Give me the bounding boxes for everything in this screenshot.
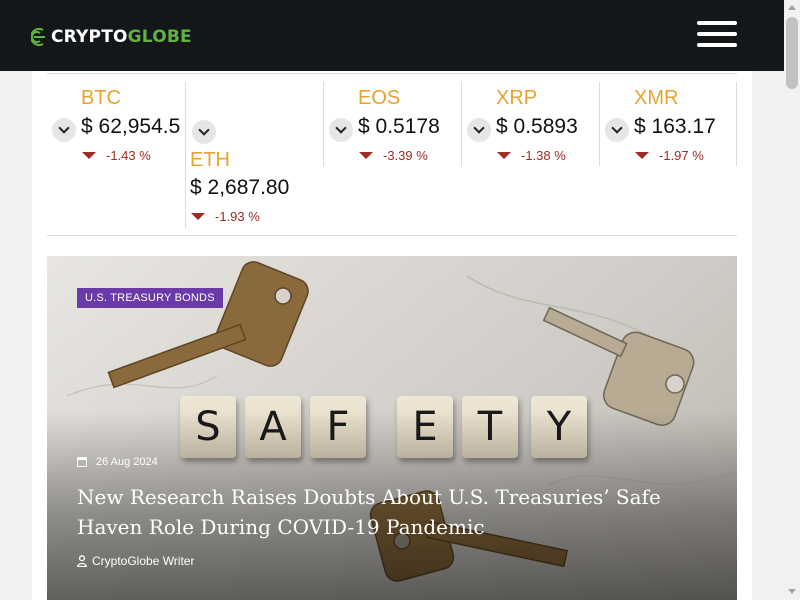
logo-text-crypto: CRYPTO — [51, 27, 128, 47]
coin-symbol: ETH — [190, 149, 230, 171]
coin-price: $ 62,954.5 — [81, 115, 181, 138]
coin-price: $ 2,687.80 — [190, 176, 290, 199]
coin-change: -3.39 % — [383, 148, 428, 163]
down-arrow-icon — [191, 213, 205, 220]
coin-change: -1.38 % — [521, 148, 566, 163]
globe-logo-icon — [31, 28, 45, 46]
featured-article[interactable]: S A F E T Y U.S. TREASURY BONDS 26 Aug 2… — [47, 256, 737, 600]
coin-change: -1.93 % — [215, 209, 260, 224]
article-author[interactable]: CryptoGlobe Writer — [77, 554, 194, 568]
down-arrow-icon — [635, 152, 649, 159]
logo-text-globe: GLOBE — [127, 27, 192, 47]
calendar-icon — [77, 457, 87, 467]
hamburger-menu-icon[interactable] — [697, 21, 737, 47]
chevron-down-icon[interactable] — [52, 118, 76, 142]
coin-change: -1.97 % — [659, 148, 704, 163]
ticker-item-eos[interactable]: EOS $ 0.5178 -3.39 % — [324, 74, 461, 166]
author-name: CryptoGlobe Writer — [92, 554, 195, 568]
chevron-down-icon[interactable] — [605, 118, 629, 142]
scrollbar-thumb[interactable] — [786, 17, 798, 89]
category-badge[interactable]: U.S. TREASURY BONDS — [77, 288, 223, 308]
coin-price: $ 0.5178 — [358, 115, 440, 138]
ticker-item-xrp[interactable]: XRP $ 0.5893 -1.38 % — [462, 74, 599, 166]
price-ticker: BTC $ 62,954.5 -1.43 % ETH $ 2,687.80 -1… — [47, 73, 737, 236]
main-content: BTC $ 62,954.5 -1.43 % ETH $ 2,687.80 -1… — [32, 71, 752, 600]
page-scrollbar[interactable] — [784, 0, 800, 600]
ticker-item-xmr[interactable]: XMR $ 163.17 -1.97 % — [600, 74, 737, 166]
coin-change: -1.43 % — [106, 148, 151, 163]
chevron-down-icon[interactable] — [192, 120, 216, 144]
scroll-down-icon[interactable] — [788, 589, 796, 594]
coin-symbol: BTC — [81, 87, 121, 109]
ticker-divider — [185, 82, 186, 228]
user-icon — [77, 555, 87, 567]
chevron-down-icon[interactable] — [467, 118, 491, 142]
ticker-item-btc[interactable]: BTC $ 62,954.5 -1.43 % — [47, 74, 187, 166]
coin-symbol: XRP — [496, 87, 538, 109]
scroll-up-icon[interactable] — [788, 5, 796, 10]
coin-symbol: EOS — [358, 87, 401, 109]
article-date: 26 Aug 2024 — [77, 456, 158, 468]
ticker-divider — [736, 82, 737, 166]
down-arrow-icon — [82, 152, 96, 159]
date-text: 26 Aug 2024 — [96, 456, 158, 468]
logo-text: CRYPTOGLOBE — [51, 27, 192, 47]
chevron-down-icon[interactable] — [329, 118, 353, 142]
coin-price: $ 163.17 — [634, 115, 716, 138]
coin-price: $ 0.5893 — [496, 115, 578, 138]
ticker-item-eth[interactable]: ETH $ 2,687.80 -1.93 % — [187, 74, 323, 229]
site-logo[interactable]: CRYPTOGLOBE — [31, 27, 192, 47]
article-title[interactable]: New Research Raises Doubts About U.S. Tr… — [77, 482, 707, 542]
site-header: CRYPTOGLOBE — [0, 0, 784, 71]
down-arrow-icon — [359, 152, 373, 159]
down-arrow-icon — [497, 152, 511, 159]
coin-symbol: XMR — [634, 87, 679, 109]
